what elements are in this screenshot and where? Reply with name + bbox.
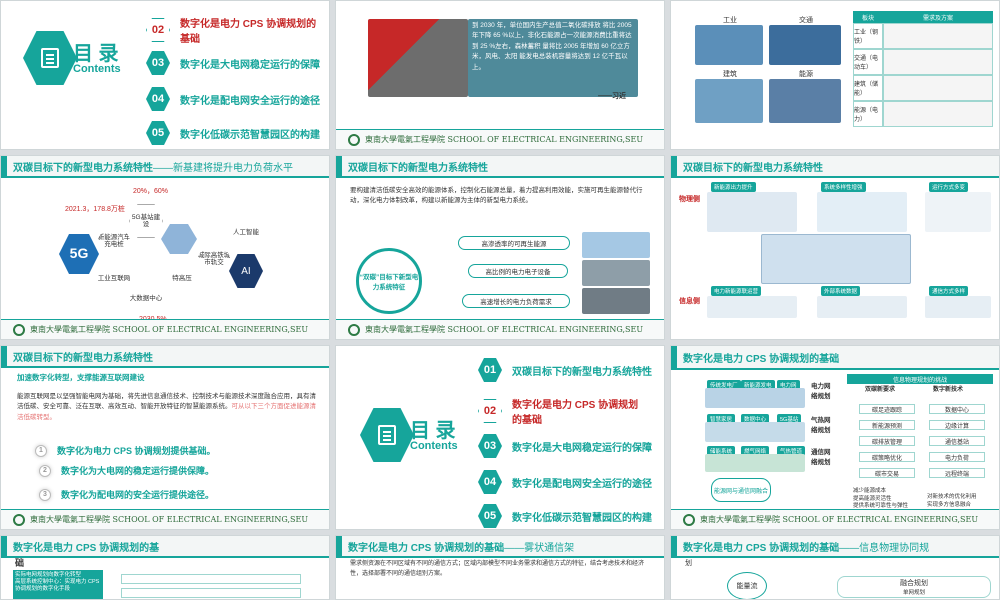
speaker-photo — [368, 19, 468, 97]
seu-logo-icon — [348, 323, 360, 336]
slide-fusion[interactable]: 数字化是电力 CPS 协调规划的基础 ——信息物理协同规 划 能量流 融合规划 单网… — [670, 535, 1000, 600]
slide-industry[interactable]: 工业 交通 建筑 能源 板块 需求及方案 工业（钢铁） 交通（电动车） 建筑（储… — [670, 0, 1000, 150]
footer: 東南大學電氣工程學院 SCHOOL OF ELECTRICAL ENGINEER… — [336, 129, 664, 149]
ai-icon: AI — [229, 254, 263, 288]
document-icon — [360, 408, 414, 462]
agenda-subtitle: Contents — [73, 63, 121, 75]
agenda-item-02[interactable]: 02 数字化是电力 CPS 协调规划的基础 — [146, 15, 320, 45]
quote-text: 到 2030 年，单位国内生产总值二氧化碳排放 将比 2005 年下降 65 %… — [472, 22, 632, 71]
slide-features[interactable]: 双碳目标下的新型电力系统特性 要构建清洁低碳安全高效的能源体系，控制化石能源总量… — [335, 155, 665, 340]
slide-loads[interactable]: 双碳目标下的新型电力系统特性 ——新基建将提升电力负荷水平 20%，60% 202… — [0, 155, 330, 340]
agenda-item-03[interactable]: 03 数字化是大电网稳定运行的保障 — [146, 51, 320, 75]
agenda-title: 目 录 — [73, 43, 119, 65]
slide-map[interactable]: 双碳目标下的新型电力系统特性 物理侧 信息侧 新能源出力提升 系统多样性增强 运… — [670, 155, 1000, 340]
slide-quote[interactable]: 到 2030 年，单位国内生产总值二氧化碳排放 将比 2005 年下降 65 %… — [335, 0, 665, 150]
seu-logo-icon — [13, 513, 25, 526]
slide-agenda-1[interactable]: 目 录 Contents 02 数字化是电力 CPS 协调规划的基础 03 数字化是… — [0, 0, 330, 150]
agenda-item-04[interactable]: 04 数字化是配电网安全运行的途径 — [146, 87, 320, 111]
document-icon — [23, 31, 77, 85]
agenda-item-05[interactable]: 05 数字化低碳示范智慧园区的构建 — [146, 121, 320, 145]
slide-comm[interactable]: 数字化是电力 CPS 协调规划的基础 ——雾状通信架 需求侧资源在不同区域有不同的… — [335, 535, 665, 600]
slide-digital[interactable]: 双碳目标下的新型电力系统特性 加速数字化转型，支撑能源互联网建设 能源互联网是以… — [0, 345, 330, 530]
seu-logo-icon — [348, 133, 360, 146]
seu-logo-icon — [683, 513, 695, 526]
slide-cps-2[interactable]: 数字化是电力 CPS 协调规划的基 础 实际电网规划向数字化转型 高层系统控制中心… — [0, 535, 330, 600]
slide-cps[interactable]: 数字化是电力 CPS 协调规划的基础 传统发电厂 新能源发电 电力网 智慧家居 … — [670, 345, 1000, 530]
quote-author: ——习近 — [598, 93, 626, 100]
seu-logo-icon — [13, 323, 25, 336]
slide-agenda-2[interactable]: 目 录 Contents 01 双碳目标下的新型电力系统特性 02 数字化是电力 C… — [335, 345, 665, 530]
slide-header: 双碳目标下的新型电力系统特性 ——新基建将提升电力负荷水平 — [1, 156, 329, 178]
